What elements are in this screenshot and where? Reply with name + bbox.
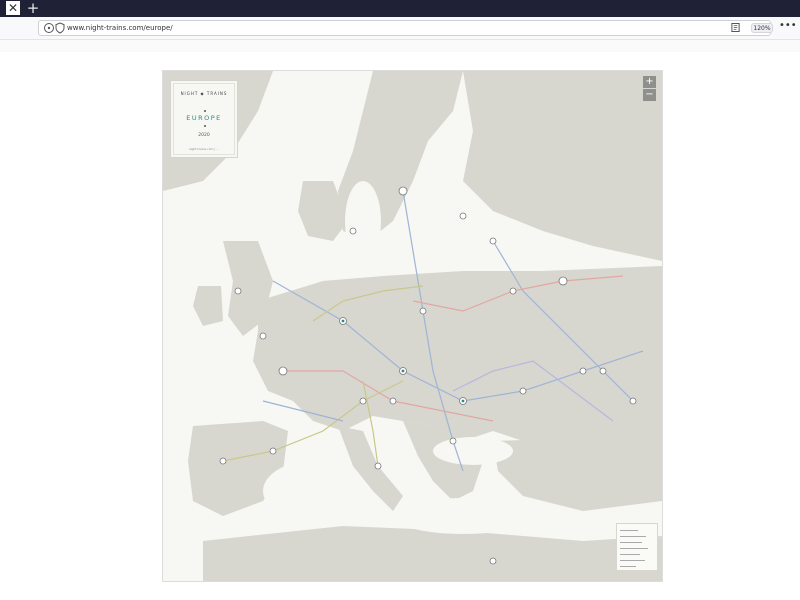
station (509, 287, 517, 295)
station (558, 276, 568, 286)
land-north-africa (203, 526, 662, 581)
station (489, 557, 497, 565)
legend-line (620, 536, 646, 537)
black-sea (433, 437, 513, 465)
station (278, 366, 288, 376)
station (419, 307, 427, 315)
station (489, 237, 497, 245)
map-footer: night-trains.com | ... (188, 147, 220, 151)
marker (401, 369, 405, 373)
map-year: 2020 (198, 133, 210, 138)
station (579, 367, 587, 375)
tab-strip: ✕ + (0, 0, 800, 17)
station (219, 457, 227, 465)
legend-line (620, 560, 645, 561)
station (374, 462, 382, 470)
map-zoom-control: + − (643, 76, 656, 101)
map-title: EUROPE (186, 114, 222, 122)
divider-dot (204, 110, 206, 112)
map-title-card: NIGHT ◆ TRAINS EUROPE 2020 night-trains.… (170, 80, 238, 158)
url-text[interactable]: www.night-trains.com/europe/ (67, 21, 173, 35)
station (629, 397, 637, 405)
legend-line (620, 566, 636, 567)
legend-line (620, 542, 642, 543)
zoom-level-badge[interactable]: 120% (751, 23, 773, 33)
legend-line (620, 554, 640, 555)
zoom-out-button[interactable]: − (643, 89, 656, 101)
shield-icon[interactable] (54, 22, 66, 34)
station (389, 397, 397, 405)
zoom-in-button[interactable]: + (643, 76, 656, 88)
legend-line (620, 530, 638, 531)
station (519, 387, 527, 395)
land-ireland (193, 286, 223, 326)
land-turkey (493, 436, 662, 511)
station (459, 212, 467, 220)
mediterranean-east (393, 498, 533, 534)
map-brand: NIGHT ◆ TRAINS (180, 91, 228, 96)
station (359, 397, 367, 405)
map-legend-key (616, 523, 658, 571)
station (398, 186, 408, 196)
new-tab-button[interactable]: + (26, 0, 40, 16)
page-actions-menu-icon[interactable]: ••• (779, 20, 797, 32)
station (234, 287, 242, 295)
marker (341, 319, 345, 323)
divider-dot (204, 125, 206, 127)
night-train-map[interactable]: NIGHT ◆ TRAINS EUROPE 2020 night-trains.… (162, 70, 663, 582)
baltic-sea (345, 181, 381, 261)
url-bar[interactable]: www.night-trains.com/europe/ 120% (38, 20, 773, 36)
legend-line (620, 548, 648, 549)
navigation-bar: www.night-trains.com/europe/ 120% (0, 17, 800, 39)
close-tab-button[interactable]: ✕ (6, 1, 20, 15)
land-northeast (463, 71, 662, 261)
station (449, 437, 457, 445)
reader-view-icon[interactable] (731, 23, 740, 32)
station (599, 367, 607, 375)
marker (461, 399, 465, 403)
mediterranean-west (263, 461, 363, 521)
station (269, 447, 277, 455)
station (349, 227, 357, 235)
station (259, 332, 267, 340)
